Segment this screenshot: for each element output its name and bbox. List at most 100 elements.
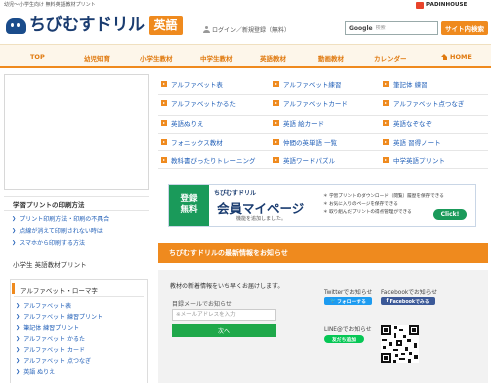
search-input[interactable] [375,25,424,31]
grid-divider [158,94,488,95]
sidebar-link-label: アルファベット 練習プリント [23,314,104,321]
tag-line: 登録 [180,194,198,204]
twitter-follow-button[interactable]: 🐦 フォローする [324,297,372,305]
chevron-right-icon: ❯ [16,346,21,353]
free-registration-tag: 登録 無料 [169,185,209,226]
publisher-mark-icon [416,1,424,9]
arrow-right-icon [383,139,389,145]
nav-item-elementary[interactable]: 小学生教材 [140,53,173,63]
publisher-logo[interactable]: PADINHOUSE [416,0,467,10]
category-dot-to-dot[interactable]: アルファベット点つなぎ [383,98,464,108]
main-nav: TOP 幼児知育 小学生教材 中学生教材 英語教材 動画教材 カレンダー HOM… [0,44,491,68]
nav-item-english[interactable]: 英語教材 [260,53,286,63]
facebook-button[interactable]: f Facebookでみる [381,297,435,305]
category-textbook-training[interactable]: 教科書ぴったりトレーニング [161,155,256,165]
sidebar-link-label: 英語 ぬりえ [23,369,56,376]
sidebar-link-dotted-lines[interactable]: ❯ 点線が消えて印刷されない時は [12,226,103,236]
facebook-button-label: Facebookでみる [389,299,430,305]
site-search-button[interactable]: サイト内検索 [441,21,488,35]
category-coloring[interactable]: 英語ぬりえ [161,118,204,128]
nav-item-calendar[interactable]: カレンダー [374,53,407,63]
login-link[interactable]: ログイン／新規登録（無料） [203,25,290,34]
sidebar-sub-link[interactable]: ❯ 英語 ぬりえ [16,367,56,377]
sidebar-link-label: アルファベット かるた [23,336,86,343]
arrow-right-icon [383,157,389,163]
category-alphabet-practice[interactable]: アルファベット練習 [273,79,341,89]
sidebar-sub-link[interactable]: ❯ アルファベット かるた [16,334,86,344]
category-alphabet-table[interactable]: アルファベット表 [161,79,223,89]
site-header: ちびむすドリル 英語 ログイン／新規登録（無料） Google サイト内検索 [0,10,491,44]
category-riddles[interactable]: 英語なぞなぞ [383,118,432,128]
tag-line: 無料 [180,205,198,215]
member-page-banner[interactable]: 登録 無料 ちびむすドリル 会員マイページ 機能を追加しました。 ＊ 学習プリン… [168,184,476,227]
nav-item-junior-high[interactable]: 中学生教材 [200,53,233,63]
category-label: アルファベットかるた [171,100,236,108]
banner-logo: ちびむすドリル [214,190,257,197]
top-strip: 幼児〜小学生向け 無料英語教材プリント PADINHOUSE [0,0,491,10]
nav-item-infant[interactable]: 幼児知育 [84,53,110,63]
line-button-label: 友だち追加 [332,337,356,343]
arrow-right-icon [161,81,167,87]
twitter-label: Twitterでお知らせ [324,290,373,296]
twitter-follow-label: フォローする [337,299,366,305]
sidebar-ad-slot [4,74,149,190]
user-icon [203,26,210,33]
alphabet-subbox-title: アルファベット・ローマ字 [20,287,98,295]
google-label: Google [349,24,373,32]
facebook-icon: f [386,298,389,304]
sidebar-sub-link[interactable]: ❯ アルファベット 練習プリント [16,312,104,322]
email-field[interactable] [172,309,276,321]
sidebar-link-label: アルファベット表 [23,303,72,310]
category-label: 教科書ぴったりトレーニング [171,157,256,165]
sidebar-sub-link[interactable]: ❯ アルファベット 点つなぎ [16,356,92,366]
arrow-right-icon [273,139,279,145]
next-button[interactable]: 次へ [172,324,276,337]
banner-click-button[interactable]: Click! [433,209,467,220]
sidebar-sub-link[interactable]: ❯ 筆記体 練習プリント [16,323,80,333]
chevron-right-icon: ❯ [12,227,17,234]
sidebar-sub-link[interactable]: ❯ アルファベット表 [16,301,72,311]
category-label: 中学英語プリント [393,157,445,165]
banner-subline: 機能を追加しました。 [236,216,287,222]
chevron-right-icon: ❯ [16,357,21,364]
category-cursive[interactable]: 筆記体 練習 [383,79,428,89]
chevron-right-icon: ❯ [16,335,21,342]
divider [4,196,149,197]
line-add-friend-button[interactable]: 友だち追加 [324,335,364,343]
grid-divider [158,168,488,169]
sidebar-link-print-method[interactable]: ❯ プリント印刷方法・印刷の不具合 [12,214,109,224]
category-label: アルファベット練習 [283,81,342,89]
category-alphabet-card[interactable]: アルファベットカード [273,98,348,108]
site-logo[interactable]: ちびむすドリル 英語 [6,15,183,35]
sidebar-link-smartphone[interactable]: ❯ スマホから印刷する方法 [12,238,85,248]
nav-item-home[interactable]: HOME [441,53,472,61]
logo-text: ちびむすドリル [29,15,145,35]
nav-item-video[interactable]: 動画教材 [318,53,344,63]
arrow-right-icon [383,81,389,87]
category-label: 英語 絵カード [283,120,325,128]
arrow-right-icon [161,139,167,145]
category-alphabet-karuta[interactable]: アルファベットかるた [161,98,236,108]
news-lead-text: 教材の新着情報をいち早くお届けします。 [170,283,284,290]
category-label: アルファベットカード [283,100,348,108]
category-phonics[interactable]: フォニックス教材 [161,137,223,147]
category-word-groups[interactable]: 仲間の英単語 一覧 [273,137,337,147]
category-word-puzzle[interactable]: 英語ワードパズル [273,155,335,165]
subbox-accent-bar [12,283,15,294]
category-label: 英語なぞなぞ [393,120,432,128]
sidebar-sub-link[interactable]: ❯ アルファベット カード [16,345,85,355]
sidebar-link-label: 筆記体 練習プリント [23,325,80,332]
chevron-right-icon: ❯ [12,239,17,246]
banner-bullet: ＊ お気に入りのページを保存できる [323,202,398,207]
category-label: アルファベット表 [171,81,223,89]
category-junior-high-english[interactable]: 中学英語プリント [383,155,445,165]
nav-item-top[interactable]: TOP [30,53,45,61]
arrow-right-icon [273,81,279,87]
arrow-right-icon [273,157,279,163]
category-notebook[interactable]: 英語 習得ノート [383,137,441,147]
chevron-right-icon: ❯ [12,215,17,222]
nav-home-label: HOME [450,53,472,61]
sidebar-link-label: アルファベット 点つなぎ [23,358,92,365]
arrow-right-icon [161,100,167,106]
category-picture-card[interactable]: 英語 絵カード [273,118,324,128]
